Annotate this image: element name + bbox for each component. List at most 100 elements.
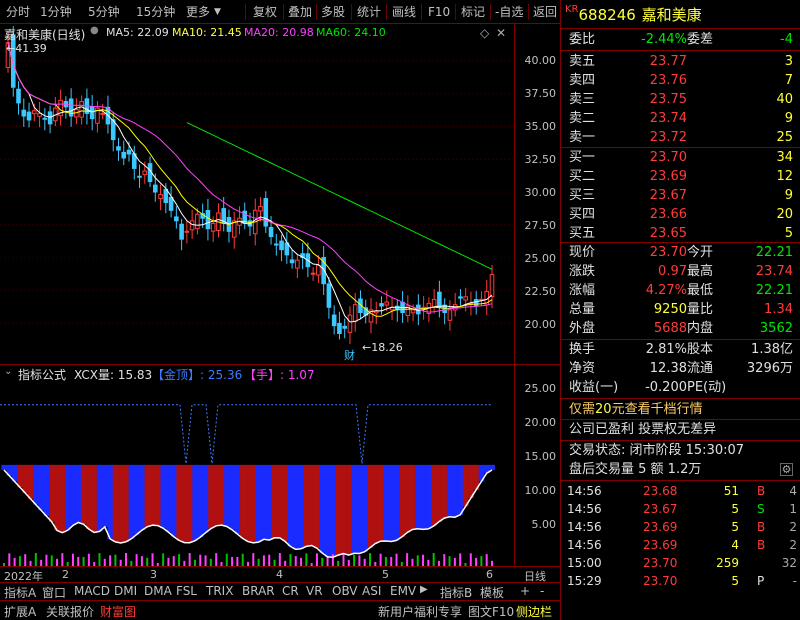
circle-icon[interactable]: ● — [90, 25, 99, 36]
ask-row[interactable]: 卖五 23.77 3 — [565, 52, 797, 71]
status-sidebar[interactable]: 侧边栏 — [516, 603, 552, 620]
tick-row: 14:56 23.68 51 B 4 — [565, 482, 797, 500]
indicator-bar — [218, 464, 225, 526]
multi-stock-button[interactable]: 多股 — [321, 3, 345, 21]
remove-favorite-button[interactable]: -自选 — [495, 3, 523, 21]
indicator-bar — [287, 464, 294, 547]
mark-button[interactable]: 标记 — [461, 3, 485, 21]
volume-bar — [257, 558, 260, 566]
indicator-bar — [404, 464, 411, 533]
bid-price: 23.69 — [649, 169, 687, 184]
tab-dma[interactable]: DMA — [144, 584, 172, 598]
indicator-bar — [309, 464, 315, 546]
stat2-row: 净资 12.38 流通 3296万 — [565, 359, 797, 378]
candle-body — [168, 196, 174, 211]
tab-window[interactable]: 窗口 — [42, 584, 66, 601]
chevron-right-icon[interactable]: ▶ — [420, 584, 428, 595]
fuquan-button[interactable]: 复权 — [253, 3, 277, 21]
overlay-button[interactable]: 叠加 — [288, 3, 312, 21]
chevron-down-icon[interactable]: ⌄ — [4, 366, 12, 377]
stat-value: 9250 — [653, 302, 687, 317]
bid-row[interactable]: 买四 23.66 20 — [565, 205, 797, 224]
x-month: 4 — [276, 568, 283, 581]
stat2-row: 收益(一) -0.200 PE(动) — [565, 378, 797, 397]
minus-icon[interactable]: - — [540, 584, 544, 598]
bid-row[interactable]: 买一 23.70 34 — [565, 148, 797, 167]
status-wealth-map[interactable]: 财富图 — [100, 603, 136, 620]
tab-indicator-a[interactable]: 指标A — [4, 584, 36, 601]
promo-text[interactable]: 仅需20元查看千档行情 — [569, 400, 703, 419]
tab-vr[interactable]: VR — [306, 584, 323, 598]
tab-emv[interactable]: EMV — [390, 584, 416, 598]
volume-bar — [125, 553, 127, 566]
tab-cr[interactable]: CR — [282, 584, 299, 598]
indicator-bar — [43, 464, 50, 517]
stat-label: 涨跌 — [569, 264, 596, 279]
tab-macd[interactable]: MACD — [74, 584, 110, 598]
tab-asi[interactable]: ASI — [362, 584, 381, 598]
volume-bar — [268, 554, 271, 566]
volume-bar — [98, 553, 101, 566]
volume-bar — [469, 553, 472, 566]
draw-line-button[interactable]: 画线 — [392, 3, 416, 21]
tick-side: P — [757, 574, 765, 588]
f10-button[interactable]: F10 — [428, 3, 450, 21]
tab-more[interactable]: 更多 — [186, 3, 210, 21]
kline-panel[interactable] — [0, 24, 560, 364]
indicator-bar — [27, 464, 34, 499]
candle-body — [373, 310, 379, 314]
diamond-icon[interactable]: ◇ — [480, 26, 489, 40]
ask-row[interactable]: 卖一 23.72 25 — [565, 128, 797, 147]
indicator-bar — [54, 464, 60, 531]
indicator-bar — [415, 464, 421, 529]
plus-icon[interactable]: + — [520, 584, 530, 598]
tab-obv[interactable]: OBV — [332, 584, 358, 598]
tab-intraday[interactable]: 分时 — [6, 3, 30, 21]
back-button[interactable]: 返回 — [533, 3, 557, 21]
tab-fsl[interactable]: FSL — [176, 584, 197, 598]
tab-template[interactable]: 模板 — [480, 584, 504, 601]
tab-trix[interactable]: TRIX — [206, 584, 233, 598]
indicator-panel[interactable] — [0, 380, 514, 566]
ask-price: 23.77 — [649, 54, 687, 69]
status-promo[interactable]: 新用户福利专享 — [378, 603, 462, 620]
candle-body — [47, 111, 53, 125]
promo-row[interactable]: 仅需20元查看千档行情 — [565, 400, 797, 419]
ask-price: 23.72 — [649, 130, 687, 145]
volume-bar — [8, 553, 11, 566]
bid-label: 买一 — [569, 150, 596, 165]
candle-body — [384, 301, 390, 306]
bid-row[interactable]: 买二 23.69 12 — [565, 167, 797, 186]
ask-row[interactable]: 卖四 23.76 7 — [565, 71, 797, 90]
y-tick: 40.00 — [524, 54, 557, 67]
gear-icon[interactable]: ⚙ — [780, 463, 793, 476]
close-icon[interactable]: ✕ — [496, 26, 506, 40]
tab-dmi[interactable]: DMI — [114, 584, 137, 598]
stats-button[interactable]: 统计 — [357, 3, 381, 21]
volume-bar — [321, 557, 324, 566]
status-expand[interactable]: 扩展A — [4, 603, 36, 620]
volume-bar — [453, 557, 456, 566]
tick-volume: 5 — [731, 574, 739, 588]
tab-5min[interactable]: 5分钟 — [88, 3, 120, 21]
volume-bar — [146, 557, 149, 566]
indicator-bar — [425, 464, 432, 529]
tab-1min[interactable]: 1分钟 — [40, 3, 72, 21]
tick-count: 2 — [789, 538, 797, 552]
bid-row[interactable]: 买三 23.67 9 — [565, 186, 797, 205]
candle-body — [263, 198, 269, 227]
ask-row[interactable]: 卖三 23.75 40 — [565, 90, 797, 109]
tab-15min[interactable]: 15分钟 — [136, 3, 175, 21]
ask-row[interactable]: 卖二 23.74 9 — [565, 109, 797, 128]
indicator-bar — [282, 464, 289, 542]
tab-indicator-b[interactable]: 指标B — [440, 584, 472, 601]
status-f10[interactable]: 图文F10 — [468, 603, 514, 620]
stat-label: 最低 — [687, 283, 714, 298]
low-label: ←18.26 — [362, 341, 403, 354]
chevron-down-icon[interactable]: ▼ — [214, 3, 221, 21]
tab-brar[interactable]: BRAR — [242, 584, 275, 598]
status-related-quote[interactable]: 关联报价 — [46, 603, 94, 620]
bid-row[interactable]: 买五 23.65 5 — [565, 224, 797, 243]
ma-line — [7, 42, 493, 317]
cai-marker[interactable]: 财 — [344, 347, 355, 363]
